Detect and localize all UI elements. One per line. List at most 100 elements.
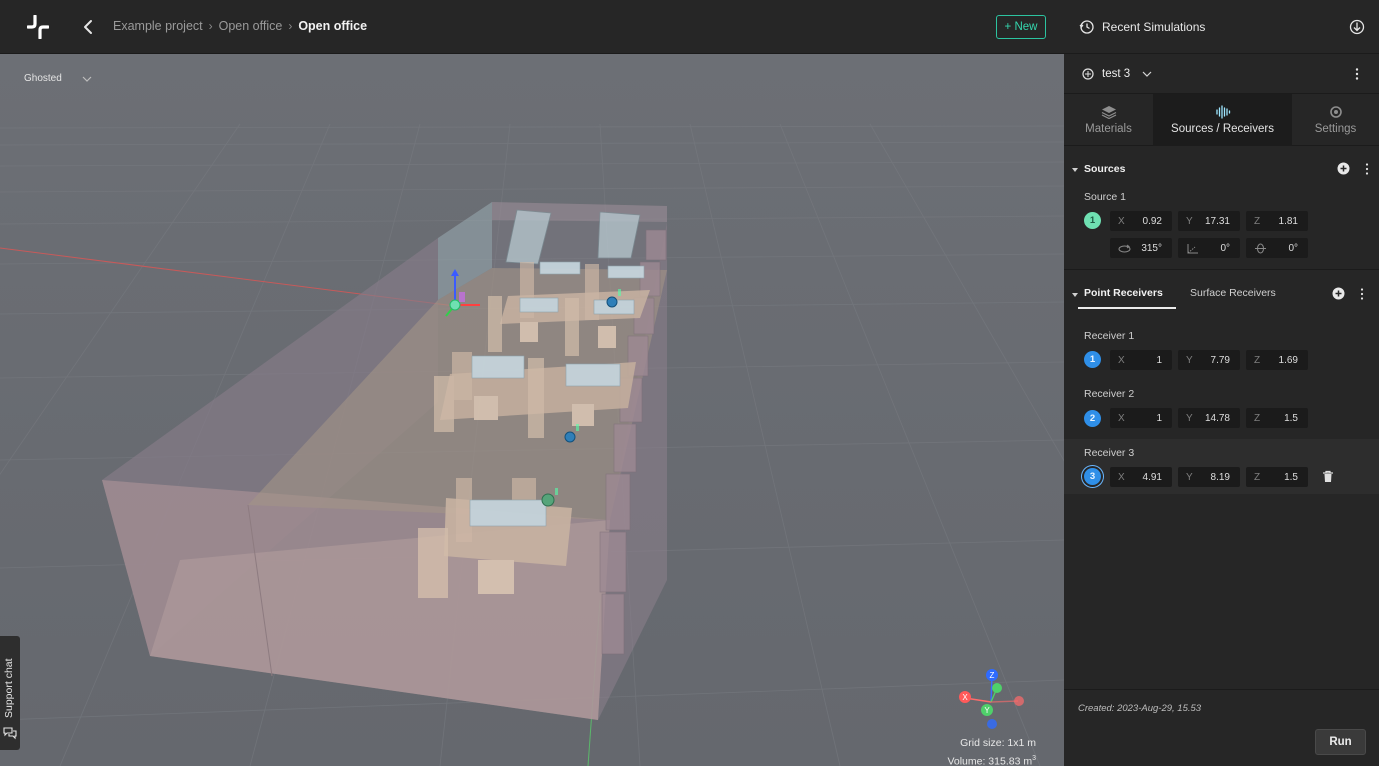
receiver-y-value: 14.78	[1204, 412, 1230, 424]
chat-bubbles-icon	[3, 727, 17, 740]
caret-down-icon[interactable]	[1072, 167, 1078, 173]
x-label: X	[1118, 471, 1125, 483]
layers-icon	[1101, 106, 1116, 119]
run-button[interactable]: Run	[1315, 729, 1366, 755]
gear-icon	[1329, 106, 1342, 118]
receiver-z-value: 1.5	[1284, 471, 1298, 483]
tab-surface-receivers[interactable]: Surface Receivers	[1190, 287, 1276, 299]
source-roll-field[interactable]: 0°	[1246, 238, 1308, 258]
source-x-field[interactable]: X 0.92	[1110, 211, 1172, 231]
grid-size-readout: Grid size: 1x1 m	[960, 737, 1036, 749]
source-z-value: 1.81	[1278, 215, 1298, 227]
section-divider	[1064, 269, 1379, 270]
receiver-x-field[interactable]: X 1	[1110, 408, 1172, 428]
soundwave-icon	[1215, 105, 1230, 119]
support-chat-label: Support chat	[3, 658, 15, 718]
simulation-name[interactable]: test 3	[1102, 68, 1130, 80]
receiver-name[interactable]: Receiver 3	[1084, 447, 1134, 459]
tab-materials[interactable]: Materials	[1064, 94, 1153, 146]
delete-receiver-icon[interactable]	[1322, 470, 1334, 483]
source-roll-value: 0°	[1288, 242, 1298, 254]
receiver-y-value: 7.79	[1210, 354, 1230, 366]
receiver-type-tabs: Point Receivers Surface Receivers	[1064, 287, 1379, 311]
source-y-field[interactable]: Y 17.31	[1178, 211, 1240, 231]
grid-info: Grid size: 1x1 m Volume: 315.83 m3	[947, 736, 1036, 766]
breadcrumb-separator: ›	[288, 19, 293, 33]
receiver-badge[interactable]: 1	[1084, 351, 1101, 368]
receiver-x-value: 4.91	[1142, 471, 1162, 483]
breadcrumb-model[interactable]: Open office	[219, 19, 283, 33]
tab-materials-label: Materials	[1085, 123, 1132, 135]
volume-unit-superscript: 3	[1032, 755, 1036, 762]
footer-divider	[1064, 689, 1379, 690]
x-label: X	[1118, 215, 1125, 227]
receiver-name[interactable]: Receiver 2	[1084, 388, 1134, 400]
view-mode-dropdown[interactable]: Ghosted	[24, 73, 92, 84]
receiver-y-field[interactable]: Y 7.79	[1178, 350, 1240, 370]
source-name[interactable]: Source 1	[1084, 191, 1126, 203]
model-scene[interactable]	[0, 54, 1064, 766]
receiver-z-field[interactable]: Z 1.69	[1246, 350, 1308, 370]
support-chat-button[interactable]: Support chat	[0, 636, 20, 750]
axis-orientation-gizmo[interactable]: Z X Y	[953, 668, 1033, 730]
source-badge[interactable]: 1	[1084, 212, 1101, 229]
app-logo-icon[interactable]	[27, 15, 49, 39]
breadcrumb-project[interactable]: Example project	[113, 19, 203, 33]
tab-point-receivers[interactable]: Point Receivers	[1084, 287, 1163, 299]
tab-settings-label: Settings	[1314, 123, 1357, 135]
sources-heading: Sources	[1084, 163, 1126, 175]
panel-header: Recent Simulations	[1064, 0, 1379, 54]
z-label: Z	[1254, 471, 1261, 483]
tab-sources-receivers[interactable]: Sources / Receivers	[1153, 94, 1292, 146]
more-options-icon[interactable]	[1363, 162, 1371, 176]
chevron-down-icon[interactable]	[1142, 70, 1152, 78]
receiver-z-value: 1.5	[1284, 412, 1298, 424]
app-window: Example project › Open office › Open off…	[0, 0, 1379, 766]
breadcrumb-separator: ›	[208, 19, 213, 33]
sources-section-header[interactable]: Sources	[1064, 161, 1379, 181]
y-label: Y	[1186, 412, 1193, 424]
receiver-y-field[interactable]: Y 14.78	[1178, 408, 1240, 428]
receiver-badge[interactable]: 2	[1084, 410, 1101, 427]
gizmo-x-label: X	[962, 693, 968, 702]
3d-viewport[interactable]: Ghosted Support chat Z X Y Grid size: 1x…	[0, 54, 1064, 766]
y-label: Y	[1186, 215, 1193, 227]
panel-tabs: Materials Sources / Receivers Settings	[1064, 94, 1379, 146]
receiver-x-field[interactable]: X 4.91	[1110, 467, 1172, 487]
gizmo-y-label: Y	[984, 706, 990, 715]
source-y-value: 17.31	[1204, 215, 1230, 227]
x-label: X	[1118, 412, 1125, 424]
volume-readout: Volume: 315.83 m3	[947, 751, 1036, 766]
receiver-z-value: 1.69	[1278, 354, 1298, 366]
new-button[interactable]: + New	[996, 15, 1046, 39]
source-azimuth-value: 315°	[1141, 242, 1162, 254]
breadcrumb-current: Open office	[298, 19, 368, 33]
receiver-name[interactable]: Receiver 1	[1084, 330, 1134, 342]
history-icon	[1079, 20, 1094, 34]
y-label: Y	[1186, 354, 1193, 366]
view-mode-label: Ghosted	[24, 73, 62, 84]
receiver-x-value: 1	[1156, 354, 1162, 366]
volume-value: Volume: 315.83 m	[947, 755, 1033, 766]
simulation-selector[interactable]: test 3	[1064, 54, 1379, 94]
top-bar: Example project › Open office › Open off…	[0, 0, 1064, 54]
tab-settings[interactable]: Settings	[1292, 94, 1379, 146]
receiver-z-field[interactable]: Z 1.5	[1246, 467, 1308, 487]
receiver-x-field[interactable]: X 1	[1110, 350, 1172, 370]
more-options-icon[interactable]	[1352, 67, 1362, 81]
collapse-panel-icon[interactable]	[1349, 19, 1365, 35]
add-source-icon[interactable]	[1337, 162, 1350, 175]
back-chevron-icon[interactable]	[80, 18, 96, 36]
simulation-icon	[1082, 68, 1094, 80]
source-z-field[interactable]: Z 1.81	[1246, 211, 1308, 231]
receiver-y-field[interactable]: Y 8.19	[1178, 467, 1240, 487]
breadcrumb: Example project › Open office › Open off…	[113, 19, 367, 33]
source-azimuth-field[interactable]: 315°	[1110, 238, 1172, 258]
source-elevation-field[interactable]: 0°	[1178, 238, 1240, 258]
active-tab-underline	[1078, 307, 1176, 309]
tab-sources-receivers-label: Sources / Receivers	[1171, 123, 1274, 135]
receiver-z-field[interactable]: Z 1.5	[1246, 408, 1308, 428]
elevation-angle-icon	[1187, 244, 1198, 254]
receiver-badge[interactable]: 3	[1084, 468, 1101, 485]
gizmo-z-label: Z	[990, 671, 995, 680]
